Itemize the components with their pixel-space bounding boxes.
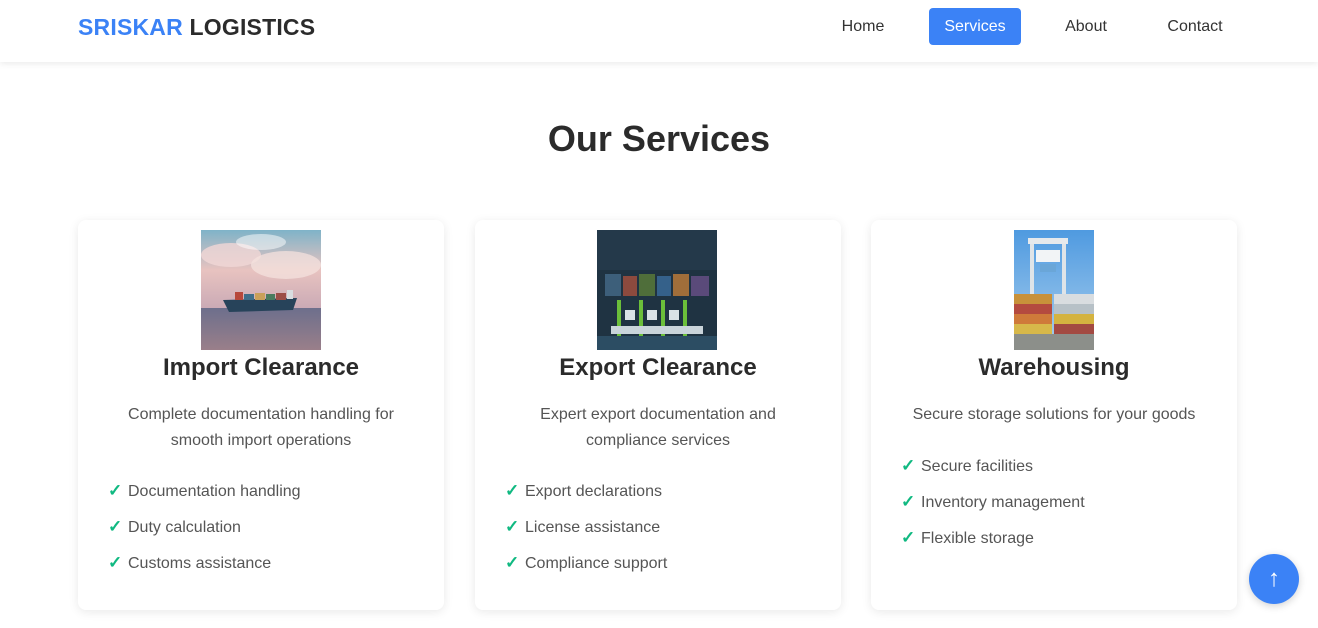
feature-label: Inventory management: [921, 494, 1085, 511]
logo-brand: SRISKAR: [78, 14, 183, 40]
feature-label: Export declarations: [525, 483, 662, 500]
feature-item: ✓ Compliance support: [505, 545, 667, 581]
check-icon: ✓: [901, 456, 916, 475]
feature-item: ✓ Duty calculation: [108, 509, 301, 545]
logo-rest: LOGISTICS: [182, 14, 316, 40]
nav-about-link[interactable]: About: [1051, 8, 1121, 45]
nav-services-link[interactable]: Services: [929, 8, 1021, 45]
feature-item: ✓ Export declarations: [505, 473, 667, 509]
feature-item: ✓ Secure facilities: [901, 448, 1085, 484]
service-card-export: Export Clearance Expert export documenta…: [475, 220, 841, 610]
service-card-warehousing: Warehousing Secure storage solutions for…: [871, 220, 1237, 610]
scroll-to-top-button[interactable]: ↑: [1249, 554, 1299, 604]
check-icon: ✓: [108, 481, 123, 500]
feature-label: Secure facilities: [921, 458, 1034, 475]
service-card-import: Import Clearance Complete documentation …: [78, 220, 444, 610]
card-description: Complete documentation handling for smoo…: [128, 406, 394, 449]
nav-home-link[interactable]: Home: [827, 8, 899, 45]
card-title: Import Clearance: [162, 354, 360, 381]
feature-item: ✓ License assistance: [505, 509, 667, 545]
check-icon: ✓: [505, 553, 520, 572]
check-icon: ✓: [901, 492, 916, 511]
feature-label: Documentation handling: [128, 483, 301, 500]
feature-label: Duty calculation: [128, 519, 241, 536]
feature-list: ✓ Documentation handling ✓ Duty calculatio…: [108, 473, 301, 581]
feature-label: Compliance support: [525, 555, 668, 572]
check-icon: ✓: [505, 517, 520, 536]
card-description: Expert export documentation and complian…: [540, 406, 776, 449]
check-icon: ✓: [108, 517, 123, 536]
export-port-image: [597, 230, 717, 350]
feature-list: ✓ Secure facilities ✓ Inventory management…: [901, 448, 1085, 556]
card-title: Warehousing: [978, 354, 1130, 381]
site-logo[interactable]: SRISKAR LOGISTICS: [78, 14, 315, 41]
check-icon: ✓: [108, 553, 123, 572]
arrow-up-icon: ↑: [1268, 565, 1280, 592]
import-ship-image: [201, 230, 321, 350]
feature-item: ✓ Documentation handling: [108, 473, 301, 509]
feature-label: Flexible storage: [921, 530, 1034, 547]
check-icon: ✓: [505, 481, 520, 500]
card-title: Export Clearance: [559, 354, 757, 381]
feature-label: Customs assistance: [128, 555, 272, 572]
check-icon: ✓: [901, 528, 916, 547]
feature-label: License assistance: [525, 519, 661, 536]
feature-list: ✓ Export declarations ✓ License assistance…: [505, 473, 667, 581]
feature-item: ✓ Inventory management: [901, 484, 1085, 520]
warehouse-containers-image: [1014, 230, 1094, 350]
feature-item: ✓ Flexible storage: [901, 520, 1085, 556]
navbar: SRISKAR LOGISTICS Home Services About Co…: [0, 0, 1318, 62]
section-title: Our Services: [547, 118, 771, 159]
card-description: Secure storage solutions for your goods: [912, 406, 1196, 423]
nav-contact-link[interactable]: Contact: [1151, 8, 1239, 45]
feature-item: ✓ Customs assistance: [108, 545, 301, 581]
